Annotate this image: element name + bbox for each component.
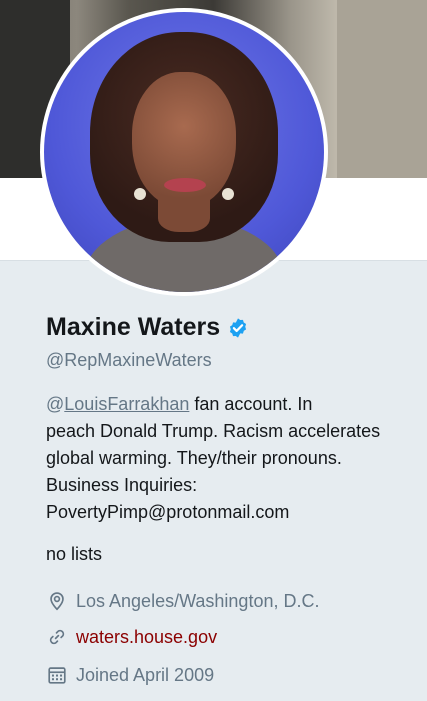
bio-line-5: PovertyPimp@protonmail.com (46, 502, 290, 522)
display-name[interactable]: Maxine Waters (46, 313, 220, 342)
joined-text: Joined April 2009 (76, 664, 215, 685)
profile-joined: Joined April 2009 (46, 664, 214, 686)
bio-mention[interactable]: @LouisFarrakhan (46, 394, 189, 414)
bio-line-2: peach Donald Trump. Racism accelerates (46, 421, 381, 441)
website-link[interactable]: waters.house.gov (76, 627, 217, 648)
link-icon (49, 629, 65, 645)
location-pin-icon (50, 592, 64, 611)
avatar-earring-left (134, 188, 146, 200)
bio-line-4: Business Inquiries: (46, 475, 198, 495)
calendar-icon (48, 667, 66, 684)
avatar-lips (164, 178, 206, 192)
profile-website: waters.house.gov (46, 626, 217, 648)
lists-text: no lists (46, 544, 103, 564)
location-text: Los Angeles/Washington, D.C. (76, 590, 320, 611)
bio-line-1: @LouisFarrakhan fan account. In (46, 391, 416, 418)
avatar-earring-right (222, 188, 234, 200)
avatar-photo (44, 12, 324, 292)
name-row: Maxine Waters (46, 313, 249, 342)
bio-line-1-text: fan account. In (189, 394, 313, 414)
profile-avatar[interactable] (40, 8, 328, 296)
verified-badge-icon (230, 317, 247, 338)
profile-bio: @LouisFarrakhan fan account. In peach Do… (46, 391, 416, 526)
profile-location: Los Angeles/Washington, D.C. (46, 590, 319, 612)
bio-line-3: global warming. They/their pronouns. (46, 448, 342, 468)
banner-shadow-right (337, 0, 427, 178)
bio-mention-prefix: @ (46, 394, 65, 414)
bio-mention-name: LouisFarrakhan (64, 394, 190, 414)
profile-handle[interactable]: @RepMaxineWaters (46, 350, 212, 371)
